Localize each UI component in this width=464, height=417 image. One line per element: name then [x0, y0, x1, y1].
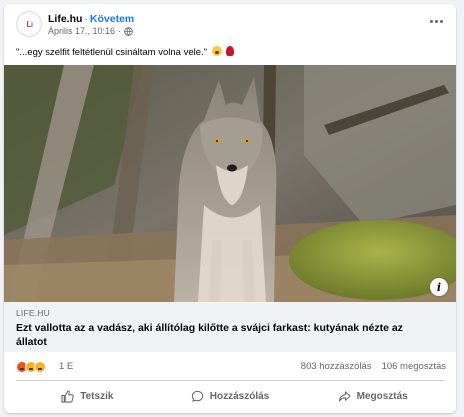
link-preview[interactable]: LIFE.HU Ezt vallotta az a vadász, aki ál… [4, 302, 456, 352]
globe-icon [124, 26, 133, 36]
rose-emoji-icon [226, 46, 235, 56]
post-meta: Április 17., 10:16 · [48, 26, 133, 36]
author-name[interactable]: Life.hu [48, 13, 82, 25]
shocked-emoji-icon [211, 46, 222, 56]
reaction-count[interactable]: 1 E [59, 361, 73, 372]
reactions-row: 1 E 803 hozzászólás 106 megosztás [4, 357, 456, 377]
post-caption: "...egy szelfit feltétlenül csináltam vo… [16, 46, 235, 58]
wolf-photo [4, 65, 456, 302]
post-card: L i Life.hu · Követem Április 17., 10:16 ·… [4, 4, 456, 413]
engagement-counts: 803 hozzászólás 106 megosztás [301, 361, 446, 372]
reaction-icons[interactable] [16, 361, 46, 373]
more-horizontal-icon[interactable] [426, 14, 446, 28]
post-timestamp[interactable]: Április 17., 10:16 [48, 26, 115, 36]
share-icon [338, 390, 351, 402]
author-line: Life.hu · Követem [48, 13, 134, 25]
post-header: L i Life.hu · Követem Április 17., 10:16 · [4, 4, 456, 44]
comment-button[interactable]: Hozzászólás [159, 382, 302, 410]
care-reaction-icon [34, 361, 46, 373]
action-bar: Tetszik Hozzászólás Megosztás [16, 382, 444, 410]
link-title: Ezt vallotta az a vadász, aki állítólag … [16, 322, 403, 348]
comment-icon [191, 390, 203, 402]
comment-count[interactable]: 803 hozzászólás [301, 361, 372, 372]
author-separator: · [84, 13, 88, 25]
post-photo[interactable]: i [4, 65, 456, 302]
link-domain: LIFE.HU [16, 308, 50, 318]
life-logo-icon: L i [17, 12, 41, 36]
comment-label: Hozzászólás [209, 390, 270, 402]
thumbs-up-icon [61, 389, 74, 403]
svg-text:i: i [31, 22, 33, 29]
info-icon[interactable]: i [430, 278, 448, 296]
page-avatar[interactable]: L i [16, 11, 42, 37]
share-count[interactable]: 106 megosztás [382, 361, 446, 372]
share-label: Megosztás [356, 390, 408, 402]
like-button[interactable]: Tetszik [16, 382, 159, 410]
like-label: Tetszik [80, 390, 114, 402]
share-button[interactable]: Megosztás [301, 382, 444, 410]
follow-button[interactable]: Követem [90, 13, 134, 25]
caption-text: "...egy szelfit feltétlenül csináltam vo… [16, 47, 208, 58]
meta-separator: · [118, 26, 122, 36]
actions-divider [16, 380, 444, 381]
